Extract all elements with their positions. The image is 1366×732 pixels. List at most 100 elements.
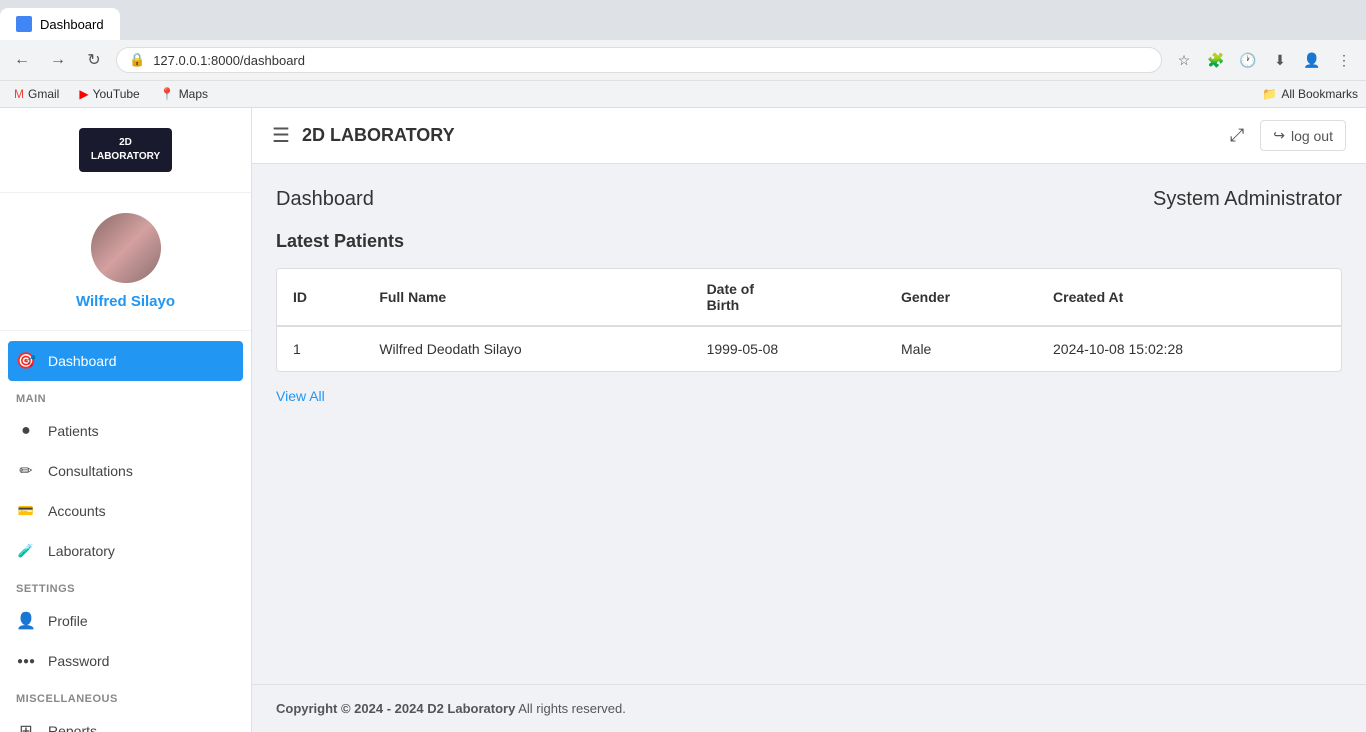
- page-title: Dashboard: [276, 188, 374, 211]
- logo-box: 2D LABORATORY: [79, 128, 172, 172]
- logout-button[interactable]: ↪ log out: [1260, 120, 1346, 151]
- page-role: System Administrator: [1153, 188, 1342, 211]
- col-header-created: Created At: [1037, 269, 1341, 326]
- back-button[interactable]: ←: [8, 46, 36, 74]
- reload-button[interactable]: ↻: [80, 46, 108, 74]
- bookmark-gmail-label: Gmail: [28, 87, 59, 101]
- bookmark-youtube-label: YouTube: [93, 87, 140, 101]
- content-area: Dashboard System Administrator Latest Pa…: [252, 164, 1366, 684]
- menu-icon[interactable]: ⋮: [1330, 46, 1358, 74]
- sidebar-item-profile[interactable]: 👤 Profile: [0, 601, 251, 641]
- table-header-row: ID Full Name Date ofBirth Gender Created…: [277, 269, 1341, 326]
- bookmark-maps[interactable]: 📍 Maps: [154, 85, 214, 103]
- logo-line2: LABORATORY: [91, 150, 160, 164]
- view-all-link[interactable]: View All: [276, 388, 325, 404]
- all-bookmarks[interactable]: 📁 All Bookmarks: [1262, 87, 1358, 101]
- reports-icon: ⊞: [16, 721, 36, 732]
- sidebar-item-patients[interactable]: ● Patients: [0, 411, 251, 451]
- col-header-gender: Gender: [885, 269, 1037, 326]
- patients-table: ID Full Name Date ofBirth Gender Created…: [277, 269, 1341, 371]
- nav-icons: ☆ 🧩 🕐 ⬇ 👤 ⋮: [1170, 46, 1358, 74]
- bookmark-star-icon[interactable]: ☆: [1170, 46, 1198, 74]
- footer-rights: All rights reserved.: [515, 701, 626, 716]
- patients-icon: ●: [16, 421, 36, 441]
- reports-label: Reports: [48, 723, 97, 732]
- main-content: ☰ 2D LABORATORY ⤢ ↪ log out Dashboard Sy…: [252, 108, 1366, 732]
- browser-tabs: Dashboard: [0, 0, 1366, 40]
- app-container: 2D LABORATORY Wilfred Silayo 🎯 Dashboard…: [0, 108, 1366, 732]
- bookmark-maps-label: Maps: [179, 87, 208, 101]
- history-icon[interactable]: 🕐: [1234, 46, 1262, 74]
- sidebar-dashboard-label: Dashboard: [48, 353, 117, 369]
- accounts-icon: 💳: [16, 501, 36, 521]
- all-bookmarks-label: All Bookmarks: [1281, 87, 1358, 101]
- maps-icon: 📍: [160, 87, 175, 101]
- url-display: 127.0.0.1:8000/dashboard: [153, 53, 1149, 68]
- tab-favicon: [16, 16, 32, 32]
- main-section-label: MAIN: [0, 381, 251, 411]
- sidebar-logo: 2D LABORATORY: [0, 108, 251, 193]
- extension-icon[interactable]: 🧩: [1202, 46, 1230, 74]
- cell-fullname: Wilfred Deodath Silayo: [363, 326, 690, 371]
- settings-section-label: SETTINGS: [0, 571, 251, 601]
- col-header-id: ID: [277, 269, 363, 326]
- bookmark-gmail[interactable]: M Gmail: [8, 85, 65, 103]
- patients-table-wrapper: ID Full Name Date ofBirth Gender Created…: [276, 268, 1342, 372]
- cell-created: 2024-10-08 15:02:28: [1037, 326, 1341, 371]
- table-row: 1 Wilfred Deodath Silayo 1999-05-08 Male…: [277, 326, 1341, 371]
- consultations-label: Consultations: [48, 463, 133, 479]
- logo-line1: 2D: [91, 136, 160, 150]
- top-bar-right: ⤢ ↪ log out: [1230, 120, 1346, 151]
- profile-label: Profile: [48, 613, 88, 629]
- top-bar-left: ☰ 2D LABORATORY: [272, 123, 455, 148]
- cell-gender: Male: [885, 326, 1037, 371]
- top-bar: ☰ 2D LABORATORY ⤢ ↪ log out: [252, 108, 1366, 164]
- accounts-label: Accounts: [48, 503, 106, 519]
- content-footer: Copyright © 2024 - 2024 D2 Laboratory Al…: [252, 684, 1366, 732]
- lock-icon: 🔒: [129, 52, 145, 68]
- profile-icon[interactable]: 👤: [1298, 46, 1326, 74]
- consultations-icon: ✏: [16, 461, 36, 481]
- sidebar-nav: 🎯 Dashboard MAIN ● Patients ✏ Consultati…: [0, 331, 251, 732]
- laboratory-label: Laboratory: [48, 543, 115, 559]
- misc-section-label: MISCELLANEOUS: [0, 681, 251, 711]
- col-header-fullname: Full Name: [363, 269, 690, 326]
- browser-chrome: Dashboard ← → ↻ 🔒 127.0.0.1:8000/dashboa…: [0, 0, 1366, 108]
- profile-nav-icon: 👤: [16, 611, 36, 631]
- hamburger-menu-icon[interactable]: ☰: [272, 123, 290, 148]
- gray-spacer: [276, 404, 1342, 604]
- logout-icon: ↪: [1273, 127, 1285, 144]
- patients-label: Patients: [48, 423, 99, 439]
- password-icon: ●●●: [16, 651, 36, 671]
- sidebar-item-laboratory[interactable]: 🧪 Laboratory: [0, 531, 251, 571]
- sidebar-item-dashboard[interactable]: 🎯 Dashboard: [8, 341, 243, 381]
- section-title: Latest Patients: [276, 231, 1342, 252]
- password-label: Password: [48, 653, 109, 669]
- bookmarks-folder-icon: 📁: [1262, 87, 1277, 101]
- sidebar-item-password[interactable]: ●●● Password: [0, 641, 251, 681]
- sidebar-user: Wilfred Silayo: [0, 193, 251, 331]
- browser-nav-bar: ← → ↻ 🔒 127.0.0.1:8000/dashboard ☆ 🧩 🕐 ⬇…: [0, 40, 1366, 80]
- sidebar-item-accounts[interactable]: 💳 Accounts: [0, 491, 251, 531]
- sidebar-item-consultations[interactable]: ✏ Consultations: [0, 451, 251, 491]
- avatar: [91, 213, 161, 283]
- laboratory-icon: 🧪: [16, 541, 36, 561]
- gmail-icon: M: [14, 87, 24, 101]
- forward-button[interactable]: →: [44, 46, 72, 74]
- download-icon[interactable]: ⬇: [1266, 46, 1294, 74]
- app-title: 2D LABORATORY: [302, 125, 455, 146]
- cell-dob: 1999-05-08: [691, 326, 885, 371]
- expand-icon[interactable]: ⤢: [1230, 125, 1244, 146]
- sidebar-item-reports[interactable]: ⊞ Reports: [0, 711, 251, 732]
- sidebar: 2D LABORATORY Wilfred Silayo 🎯 Dashboard…: [0, 108, 252, 732]
- footer-copyright: Copyright © 2024 - 2024 D2 Laboratory: [276, 701, 515, 716]
- page-header: Dashboard System Administrator: [276, 188, 1342, 211]
- youtube-icon: ▶: [79, 87, 88, 101]
- bookmark-youtube[interactable]: ▶ YouTube: [73, 85, 145, 103]
- user-name[interactable]: Wilfred Silayo: [76, 293, 175, 310]
- col-header-dob: Date ofBirth: [691, 269, 885, 326]
- logout-label: log out: [1291, 128, 1333, 144]
- avatar-image: [91, 213, 161, 283]
- active-tab[interactable]: Dashboard: [0, 8, 120, 40]
- address-bar[interactable]: 🔒 127.0.0.1:8000/dashboard: [116, 47, 1162, 73]
